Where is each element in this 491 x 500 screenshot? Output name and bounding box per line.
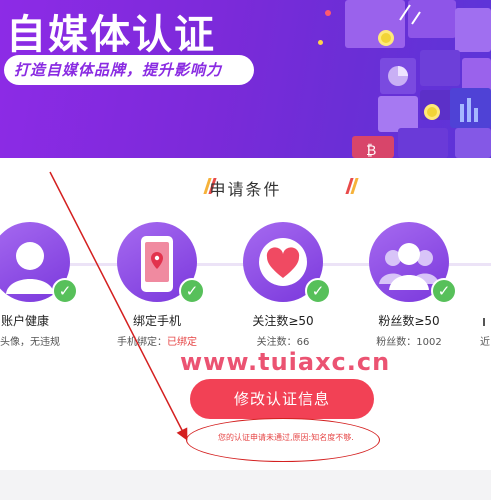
- footer-band: [0, 470, 491, 500]
- annotation-arrow: [49, 171, 188, 441]
